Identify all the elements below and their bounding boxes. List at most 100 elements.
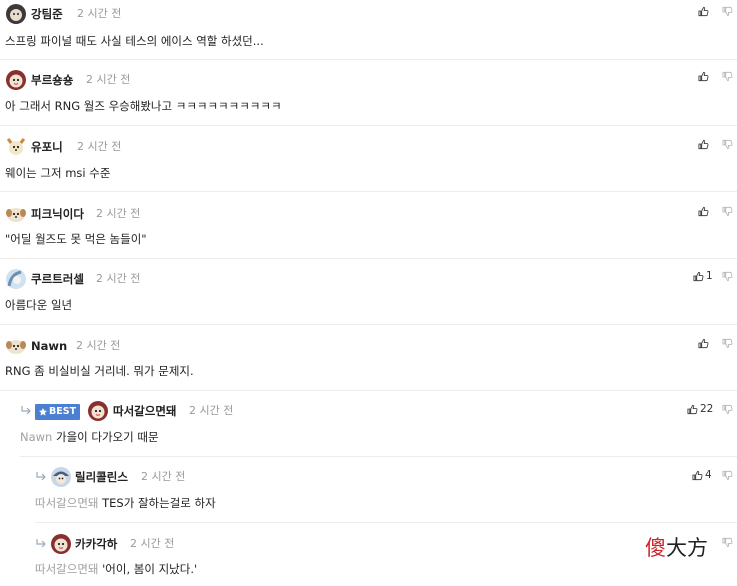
reply-mention[interactable]: 따서갈으면돼: [35, 496, 98, 510]
comment-item: Nawn 2 시간 전 RNG 좀 비실비실 거리네. 뭐가 문제지.: [0, 333, 737, 391]
comment-nickname[interactable]: 유포니: [31, 140, 63, 154]
avatar[interactable]: [50, 533, 72, 555]
comment-time: 2 시간 전: [86, 73, 131, 86]
comment-item: 강팀준 2 시간 전 스프링 파이널 때도 사실 테스의 에이스 역할 하셨던.…: [0, 0, 737, 58]
thumbs-up-icon: [698, 71, 709, 81]
reply-nickname[interactable]: 카카각하: [75, 537, 117, 551]
comment-text: "어딜 월즈도 못 먹은 놈들이": [5, 232, 147, 246]
avatar[interactable]: [5, 268, 27, 290]
comment-text: RNG 좀 비실비실 거리네. 뭐가 문제지.: [5, 364, 194, 378]
comment-text: 웨이는 그저 msi 수준: [5, 166, 111, 180]
watermark: 傻大方: [645, 536, 708, 560]
divider: [20, 456, 737, 457]
like-button[interactable]: 1: [693, 269, 713, 283]
thumbs-down-icon: [722, 206, 733, 217]
dislike-button[interactable]: [722, 338, 733, 349]
reply-arrow-icon: [35, 539, 47, 549]
like-button[interactable]: 4: [692, 468, 712, 482]
comment-item: 피크닉이다 2 시간 전 "어딜 월즈도 못 먹은 놈들이": [0, 200, 737, 258]
avatar[interactable]: [5, 3, 27, 25]
dislike-button[interactable]: [722, 139, 733, 150]
thumbs-up-icon: [687, 404, 698, 414]
like-button[interactable]: [698, 4, 709, 18]
comment-time: 2 시간 전: [76, 339, 121, 352]
dislike-button[interactable]: [722, 71, 733, 82]
dislike-button[interactable]: [722, 271, 733, 282]
like-button[interactable]: [698, 204, 709, 218]
dislike-button[interactable]: [722, 470, 733, 481]
comment-nickname[interactable]: 피크닉이다: [31, 207, 84, 221]
comment-time: 2 시간 전: [77, 140, 122, 153]
avatar[interactable]: [5, 203, 27, 225]
thumbs-down-icon: [722, 6, 733, 17]
divider: [0, 125, 737, 126]
like-button[interactable]: 22: [687, 402, 713, 416]
watermark-black-glyphs: 大方: [666, 536, 708, 560]
reply-body: 가을이 다가오기 때문: [56, 430, 159, 444]
avatar[interactable]: [87, 400, 109, 422]
reply-time: 2 시간 전: [141, 470, 186, 483]
best-badge-label: BEST: [49, 406, 77, 417]
reply-nickname[interactable]: 따서갈으면돼: [113, 404, 176, 418]
comment-time: 2 시간 전: [96, 272, 141, 285]
avatar[interactable]: [5, 69, 27, 91]
dislike-button[interactable]: [722, 404, 733, 415]
thumbs-up-icon: [693, 271, 704, 281]
thumbs-up-icon: [698, 6, 709, 16]
reply-mention[interactable]: 따서갈으면돼: [35, 562, 98, 576]
divider: [0, 191, 737, 192]
dislike-button[interactable]: [722, 6, 733, 17]
avatar[interactable]: [5, 136, 27, 158]
comment-item: 쿠르트러셀 2 시간 전 아름다운 일년 1: [0, 266, 737, 324]
best-badge: BEST: [35, 404, 81, 420]
reply-text: 따서갈으면돼 TES가 잘하는걸로 하자: [35, 496, 216, 510]
divider: [0, 324, 737, 325]
dislike-button[interactable]: [722, 206, 733, 217]
like-button[interactable]: [698, 137, 709, 151]
reply-mention[interactable]: Nawn: [20, 430, 52, 444]
like-count: 4: [705, 469, 712, 481]
reply-item: BEST 따서갈으면돼 2 시간 전 Nawn 가을이 다가오기 때문 22: [0, 398, 737, 456]
divider: [0, 59, 737, 60]
like-button[interactable]: [698, 69, 709, 83]
like-count: 1: [706, 270, 713, 282]
reply-body: TES가 잘하는걸로 하자: [102, 496, 216, 510]
star-icon: [39, 408, 47, 416]
comment-item: 유포니 2 시간 전 웨이는 그저 msi 수준: [0, 133, 737, 191]
reply-text: 따서갈으면돼 '어이, 봄이 지났다.': [35, 562, 197, 576]
comment-time: 2 시간 전: [96, 207, 141, 220]
comment-nickname[interactable]: Nawn: [31, 339, 67, 353]
thumbs-up-icon: [692, 470, 703, 480]
thumbs-down-icon: [722, 470, 733, 481]
like-button[interactable]: [698, 336, 709, 350]
comment-text: 아름다운 일년: [5, 298, 73, 312]
comment-text: 스프링 파이널 때도 사실 테스의 에이스 역할 하셨던...: [5, 34, 264, 48]
comment-nickname[interactable]: 쿠르트러셀: [31, 272, 84, 286]
comment-text: 아 그래서 RNG 월즈 우승해봤나고 ㅋㅋㅋㅋㅋㅋㅋㅋㅋㅋ: [5, 99, 282, 113]
thumbs-up-icon: [698, 338, 709, 348]
reply-arrow-icon: [35, 472, 47, 482]
comment-nickname[interactable]: 부르숑숑: [31, 73, 73, 87]
comment-time: 2 시간 전: [77, 7, 122, 20]
comment-nickname[interactable]: 강팀준: [31, 7, 63, 21]
reply-body: '어이, 봄이 지났다.': [102, 562, 198, 576]
reply-nickname[interactable]: 릴리콜린스: [75, 470, 128, 484]
avatar[interactable]: [5, 335, 27, 357]
thumbs-up-icon: [698, 139, 709, 149]
thumbs-down-icon: [722, 139, 733, 150]
thumbs-down-icon: [722, 338, 733, 349]
comment-item: 부르숑숑 2 시간 전 아 그래서 RNG 월즈 우승해봤나고 ㅋㅋㅋㅋㅋㅋㅋㅋ…: [0, 66, 737, 124]
thumbs-down-icon: [722, 271, 733, 282]
divider: [0, 258, 737, 259]
divider: [0, 390, 737, 391]
thumbs-down-icon: [722, 537, 733, 548]
reply-time: 2 시간 전: [130, 537, 175, 550]
watermark-red-glyph: 傻: [645, 536, 666, 560]
dislike-button[interactable]: [722, 537, 733, 548]
reply-arrow-icon: [20, 406, 32, 416]
avatar[interactable]: [50, 466, 72, 488]
divider: [35, 522, 737, 523]
like-count: 22: [700, 403, 714, 415]
thumbs-down-icon: [722, 71, 733, 82]
thumbs-up-icon: [698, 206, 709, 216]
